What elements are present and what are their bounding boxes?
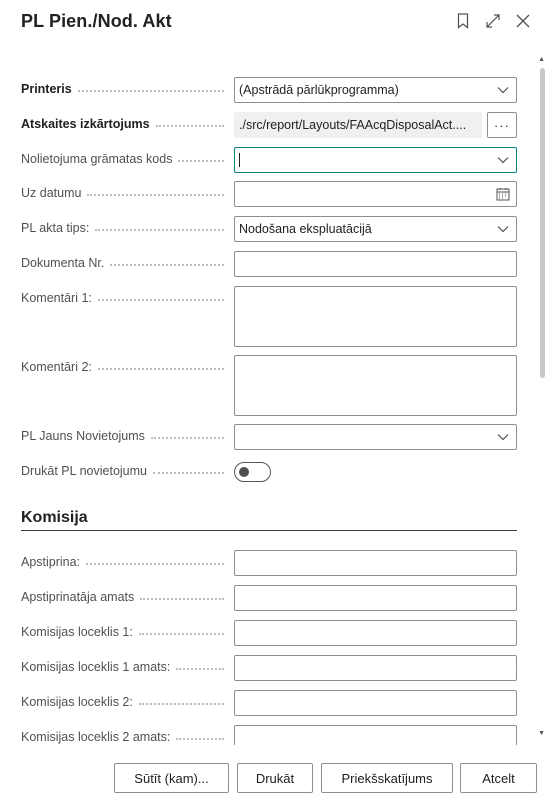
member2-row: Komisijas loceklis 2: [21, 690, 517, 716]
approver-input[interactable] [234, 550, 517, 576]
member1-input[interactable] [234, 620, 517, 646]
comment1-textarea[interactable] [234, 286, 517, 347]
comment1-row: Komentāri 1: [21, 286, 517, 347]
send-to-button[interactable]: Sūtīt (kam)... [114, 763, 229, 793]
to-date-label: Uz datumu [21, 186, 228, 200]
section-title-commission: Komisija [21, 509, 88, 526]
member2-position-label: Komisijas loceklis 2 amats: [21, 730, 228, 744]
toggle-knob [239, 467, 249, 477]
expand-icon[interactable] [484, 12, 502, 30]
layout-field: ./src/report/Layouts/FAAcqDisposalAct...… [234, 112, 482, 138]
depr-book-row: Nolietojuma grāmatas kods [21, 147, 517, 173]
new-location-row: PL Jauns Novietojums [21, 424, 517, 450]
approver-label: Apstiprina: [21, 555, 228, 569]
printer-label: Printeris [21, 82, 228, 96]
text-cursor [239, 153, 240, 167]
layout-label: Atskaites izkārtojums [21, 117, 228, 131]
member2-label: Komisijas loceklis 2: [21, 695, 228, 709]
print-location-toggle[interactable] [234, 462, 271, 482]
chevron-down-icon [490, 78, 516, 102]
member2-position-row: Komisijas loceklis 2 amats: [21, 725, 517, 745]
doc-no-label: Dokumenta Nr. [21, 256, 228, 270]
scroll-down-arrow-icon[interactable]: ▼ [538, 730, 545, 737]
to-date-input[interactable] [234, 181, 517, 207]
scrollbar-thumb[interactable] [540, 68, 545, 378]
new-location-select[interactable] [234, 424, 517, 450]
calendar-icon[interactable] [490, 182, 516, 206]
approver-position-row: Apstiprinatāja amats [21, 585, 517, 611]
chevron-down-icon [490, 217, 516, 241]
member1-position-label: Komisijas loceklis 1 amats: [21, 660, 228, 674]
act-type-row: PL akta tips: Nodošana ekspluatācijā [21, 216, 517, 242]
depr-book-label: Nolietojuma grāmatas kods [21, 152, 228, 166]
page-title: PL Pien./Nod. Akt [21, 11, 172, 31]
chevron-down-icon [490, 425, 516, 449]
doc-no-row: Dokumenta Nr. [21, 251, 517, 277]
dialog-content: Printeris (Apstrādā pārlūkprogramma) Ats… [0, 44, 547, 745]
dialog-header: PL Pien./Nod. Akt [0, 0, 547, 44]
printer-row: Printeris (Apstrādā pārlūkprogramma) [21, 77, 517, 103]
layout-lookup-button[interactable]: ··· [487, 112, 517, 138]
member2-input[interactable] [234, 690, 517, 716]
printer-select[interactable]: (Apstrādā pārlūkprogramma) [234, 77, 517, 103]
doc-no-input[interactable] [234, 251, 517, 277]
to-date-row: Uz datumu [21, 181, 517, 207]
bookmark-icon[interactable] [454, 12, 472, 30]
print-location-row: Drukāt PL novietojumu [21, 459, 517, 485]
new-location-label: PL Jauns Novietojums [21, 429, 228, 443]
member1-row: Komisijas loceklis 1: [21, 620, 517, 646]
print-location-label: Drukāt PL novietojumu [21, 464, 228, 478]
section-divider [21, 530, 517, 531]
preview-button[interactable]: Priekšskatījums [321, 763, 453, 793]
layout-row: Atskaites izkārtojums ./src/report/Layou… [21, 112, 517, 138]
print-button[interactable]: Drukāt [237, 763, 313, 793]
chevron-down-icon [490, 148, 516, 172]
cancel-button[interactable]: Atcelt [460, 763, 537, 793]
approver-row: Apstiprina: [21, 550, 517, 576]
member2-position-input[interactable] [234, 725, 517, 745]
depr-book-select[interactable] [234, 147, 517, 173]
act-type-select[interactable]: Nodošana ekspluatācijā [234, 216, 517, 242]
dialog-footer: Sūtīt (kam)... Drukāt Priekšskatījums At… [0, 745, 547, 801]
comment2-textarea[interactable] [234, 355, 517, 416]
member1-label: Komisijas loceklis 1: [21, 625, 228, 639]
approver-position-label: Apstiprinatāja amats [21, 590, 228, 604]
comment1-label: Komentāri 1: [21, 291, 228, 305]
member1-position-row: Komisijas loceklis 1 amats: [21, 655, 517, 681]
comment2-row: Komentāri 2: [21, 355, 517, 416]
member1-position-input[interactable] [234, 655, 517, 681]
approver-position-input[interactable] [234, 585, 517, 611]
scroll-up-arrow-icon[interactable]: ▲ [538, 56, 545, 63]
comment2-label: Komentāri 2: [21, 360, 228, 374]
act-type-label: PL akta tips: [21, 221, 228, 235]
close-icon[interactable] [514, 12, 532, 30]
